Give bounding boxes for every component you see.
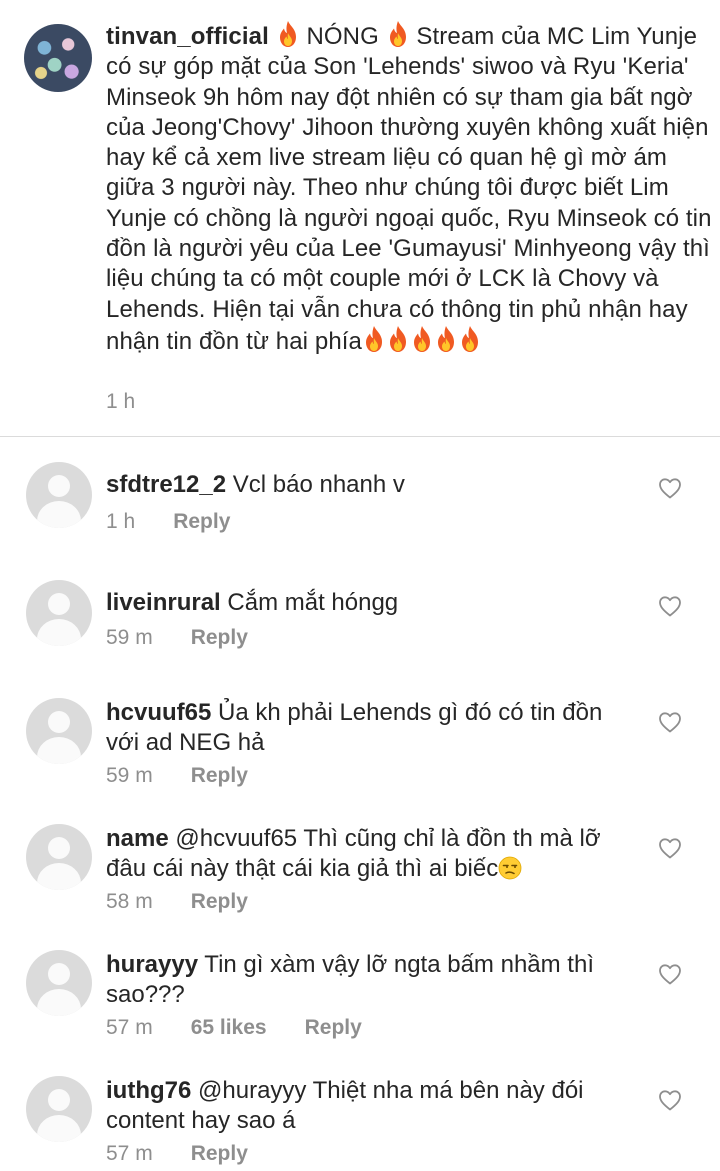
comment-username[interactable]: hurayyy <box>106 951 198 978</box>
comment-content: Cắm mắt hóngg <box>227 589 399 616</box>
fire-icon <box>386 325 410 353</box>
comment-actions: 58 m Reply <box>106 890 248 914</box>
comment-text: hurayyy Tin gì xàm vậy lỡ ngta bấm nhầm … <box>106 950 626 1011</box>
default-avatar-icon[interactable] <box>26 580 92 646</box>
heart-outline-icon[interactable] <box>658 1089 682 1111</box>
fire-icon <box>386 20 410 48</box>
comment-actions: 57 m 65 likes Reply <box>106 1016 362 1040</box>
heart-outline-icon[interactable] <box>658 595 682 617</box>
comment-content: @hcvuuf65 Thì cũng chỉ là đồn th mà lỡ đ… <box>106 825 601 883</box>
comment-timestamp: 58 m <box>106 890 153 913</box>
reply-button[interactable]: Reply <box>191 626 248 650</box>
comment-timestamp: 57 m <box>106 1142 153 1165</box>
fire-icon <box>276 20 300 48</box>
comment-actions: 59 m Reply <box>106 626 248 650</box>
caption-body: Stream của MC Lim Yunje có sự góp mặt củ… <box>106 23 712 355</box>
default-avatar-icon[interactable] <box>26 698 92 764</box>
comment-text: name @hcvuuf65 Thì cũng chỉ là đồn th mà… <box>106 824 626 885</box>
heart-outline-icon[interactable] <box>658 477 682 499</box>
reply-button[interactable]: Reply <box>191 764 248 788</box>
comment-text: iuthg76 @hurayyy Thiệt nha má bên này đó… <box>106 1076 626 1137</box>
comment-username[interactable]: name <box>106 825 169 852</box>
fire-icon <box>410 325 434 353</box>
comment-text: hcvuuf65 Ủa kh phải Lehends gì đó có tin… <box>106 698 626 759</box>
comment-timestamp: 59 m <box>106 626 153 649</box>
fire-icon <box>362 325 386 353</box>
caption-text: tinvan_official NÓNG Stream của MC Lim Y… <box>106 20 712 357</box>
comment-text: sfdtre12_2 Vcl báo nhanh v <box>106 470 626 500</box>
comment-username[interactable]: liveinrural <box>106 589 221 616</box>
heart-outline-icon[interactable] <box>658 711 682 733</box>
reply-button[interactable]: Reply <box>305 1016 362 1040</box>
comment-timestamp: 57 m <box>106 1016 153 1039</box>
heart-outline-icon[interactable] <box>658 837 682 859</box>
comment-timestamp: 1 h <box>106 510 136 533</box>
unamused-face-icon <box>498 856 522 880</box>
comment-timestamp: 59 m <box>106 764 153 787</box>
default-avatar-icon[interactable] <box>26 462 92 528</box>
comment-content: Vcl báo nhanh v <box>232 471 405 498</box>
post-username[interactable]: tinvan_official <box>106 23 269 50</box>
fire-icon <box>458 325 482 353</box>
comment-actions: 57 m Reply <box>106 1142 248 1166</box>
comment-username[interactable]: hcvuuf65 <box>106 699 211 726</box>
comment-actions: 59 m Reply <box>106 764 248 788</box>
comment-actions: 1 h Reply <box>106 510 230 534</box>
divider <box>0 436 720 437</box>
comment-username[interactable]: sfdtre12_2 <box>106 471 226 498</box>
default-avatar-icon[interactable] <box>26 1076 92 1142</box>
fire-icon <box>434 325 458 353</box>
heart-outline-icon[interactable] <box>658 963 682 985</box>
reply-button[interactable]: Reply <box>173 510 230 534</box>
post-caption: tinvan_official NÓNG Stream của MC Lim Y… <box>0 0 720 436</box>
likes-count[interactable]: 65 likes <box>191 1016 267 1040</box>
reply-button[interactable]: Reply <box>191 1142 248 1166</box>
default-avatar-icon[interactable] <box>26 950 92 1016</box>
comment-username[interactable]: iuthg76 <box>106 1077 191 1104</box>
reply-button[interactable]: Reply <box>191 890 248 914</box>
post-timestamp: 1 h <box>106 390 136 413</box>
default-avatar-icon[interactable] <box>26 824 92 890</box>
post-author-avatar[interactable] <box>24 24 92 92</box>
comment-text: liveinrural Cắm mắt hóngg <box>106 588 626 618</box>
caption-lead: NÓNG <box>306 23 379 50</box>
